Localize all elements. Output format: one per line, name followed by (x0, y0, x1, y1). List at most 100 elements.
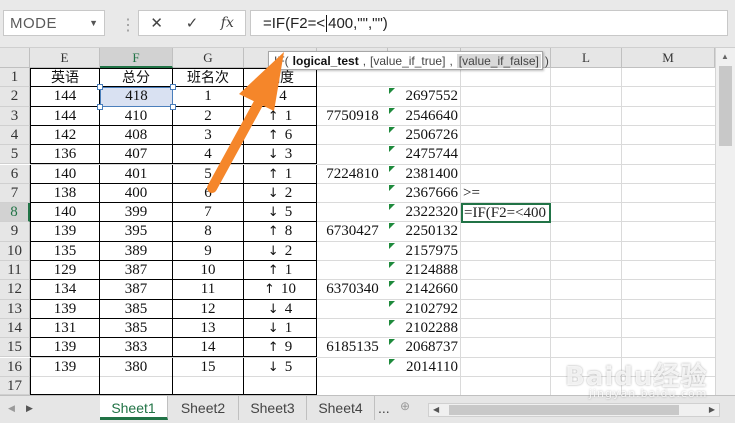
cell-i-value[interactable]: 7750918 (317, 107, 388, 126)
cell-range[interactable]: ↓ 2 (244, 183, 317, 204)
cell-j-value[interactable]: 2697552 (388, 87, 461, 106)
cell-english[interactable]: 139 (30, 357, 100, 395)
tooltip-arg-value-if-false[interactable]: [value_if_false] (456, 53, 541, 68)
cell-j-value[interactable]: 2102288 (388, 319, 461, 338)
cell-class-rank[interactable]: 4 (173, 145, 244, 165)
cell-range[interactable]: ↓ 5 (244, 357, 317, 395)
cell-j-value[interactable]: 2014110 (388, 358, 461, 396)
cell-class-rank[interactable]: 2 (173, 106, 244, 126)
selection-handle[interactable] (170, 103, 176, 110)
row-header-1[interactable]: 1 (0, 68, 30, 88)
cell-english[interactable]: 142 (30, 125, 100, 146)
cell-class-rank[interactable]: 15 (173, 357, 244, 395)
cell-english[interactable]: 139 (30, 338, 100, 358)
cell-class-rank[interactable]: 13 (173, 318, 244, 339)
cell-english[interactable]: 144 (30, 87, 100, 107)
cell-english[interactable]: 139 (30, 299, 100, 319)
enter-icon[interactable]: ✓ (180, 14, 204, 32)
row-header-2[interactable]: 2 (0, 87, 30, 107)
cell-j-value[interactable]: 2506726 (388, 126, 461, 145)
row-header-5[interactable]: 5 (0, 145, 30, 165)
cell-total[interactable]: 385 (100, 318, 173, 339)
row-header-14[interactable]: 14 (0, 318, 30, 339)
chevron-down-icon[interactable]: ▼ (89, 18, 98, 28)
cell-range[interactable]: ↓ 1 (244, 318, 317, 339)
row-header-11[interactable]: 11 (0, 261, 30, 281)
cell-j-value[interactable]: 2157975 (388, 242, 461, 261)
cell-class-rank[interactable]: 14 (173, 338, 244, 358)
cell-class-rank[interactable]: 12 (173, 299, 244, 319)
name-box[interactable]: MODE ▼ (3, 10, 105, 36)
cell-i-value[interactable]: 7224810 (317, 165, 388, 184)
tooltip-arg-value-if-true[interactable]: [value_if_true] (370, 54, 445, 68)
tooltip-arg-logical-test[interactable]: logical_test (293, 54, 359, 68)
cell-total[interactable]: 389 (100, 241, 173, 261)
cell-class-rank[interactable]: 9 (173, 241, 244, 261)
cell-english[interactable]: 144 (30, 106, 100, 126)
selection-handle[interactable] (97, 84, 103, 91)
active-cell-k8[interactable]: =IF(F2=<400 (461, 203, 551, 224)
cell-class-rank[interactable]: 11 (173, 280, 244, 300)
column-header-e[interactable]: E (30, 48, 100, 68)
cell-class-rank[interactable]: 5 (173, 164, 244, 184)
more-sheets-button[interactable]: ... (378, 400, 390, 416)
header-cell-e[interactable]: 英语 (30, 68, 100, 88)
cell-j-value[interactable]: 2475744 (388, 145, 461, 164)
cell-range[interactable]: 4 (244, 87, 317, 107)
cell-range[interactable]: ↓ 4 (244, 299, 317, 319)
sheet-tab-sheet1[interactable]: Sheet1 (100, 396, 168, 420)
tooltip-function-name[interactable]: IF( (274, 54, 289, 68)
selection-handle[interactable] (97, 103, 103, 110)
cell-total[interactable]: 418 (100, 87, 173, 106)
cell-class-rank[interactable]: 6 (173, 183, 244, 204)
row-header-8[interactable]: 8 (0, 203, 30, 223)
sheet-tab-sheet3[interactable]: Sheet3 (239, 396, 307, 420)
cell-english[interactable]: 139 (30, 222, 100, 242)
cell-j-value[interactable]: 2102792 (388, 300, 461, 319)
cell-range[interactable]: ↑ 8 (244, 222, 317, 242)
cell-english[interactable]: 136 (30, 145, 100, 165)
column-header-m[interactable]: M (622, 48, 715, 68)
row-header-13[interactable]: 13 (0, 299, 30, 319)
row-header-16[interactable]: 16 (0, 357, 30, 377)
cell-j-value[interactable]: 2381400 (388, 165, 461, 184)
cell-english[interactable]: 129 (30, 261, 100, 281)
row-header-6[interactable]: 6 (0, 164, 30, 184)
select-all-corner[interactable] (0, 48, 30, 68)
cell-j-value[interactable]: 2546640 (388, 107, 461, 126)
sheet-tab-sheet4[interactable]: Sheet4 (307, 396, 375, 420)
cell-class-rank[interactable]: 1 (173, 87, 244, 107)
add-sheet-icon[interactable]: ⊕ (400, 399, 410, 413)
cell-total[interactable]: 395 (100, 222, 173, 242)
header-cell-g[interactable]: 班名次 (173, 68, 244, 88)
vertical-scroll-thumb[interactable] (719, 66, 732, 146)
scroll-tabs-left-icon[interactable]: ◀ (8, 403, 15, 414)
cell-range[interactable]: ↓ 2 (244, 241, 317, 261)
cell-range[interactable]: ↑ 10 (244, 280, 317, 300)
row-header-15[interactable]: 15 (0, 338, 30, 358)
row-header-3[interactable]: 3 (0, 106, 30, 126)
cell-range[interactable]: ↓ 3 (244, 145, 317, 165)
cell-total[interactable]: 407 (100, 145, 173, 165)
scroll-left-icon[interactable]: ◀ (433, 405, 439, 414)
cell-range[interactable]: ↑ 6 (244, 125, 317, 146)
cell-i-value[interactable]: 6730427 (317, 222, 388, 241)
cell-range[interactable]: ↓ 5 (244, 203, 317, 223)
cell-j-value[interactable]: 2124888 (388, 261, 461, 280)
cell-class-rank[interactable]: 3 (173, 125, 244, 146)
sheet-tab-sheet2[interactable]: Sheet2 (168, 396, 239, 420)
cell-i-value[interactable]: 6370340 (317, 280, 388, 299)
cell-total[interactable]: 400 (100, 183, 173, 204)
formula-input[interactable]: =IF(F2=< 400,"","") (250, 10, 728, 36)
cell-j-value[interactable]: 2367666 (388, 184, 461, 203)
selection-handle[interactable] (170, 84, 176, 91)
cell-total[interactable]: 387 (100, 261, 173, 281)
cell-k7[interactable]: >= (463, 184, 553, 203)
cell-english[interactable]: 134 (30, 280, 100, 300)
cell-j-value[interactable]: 2142660 (388, 280, 461, 299)
cell-english[interactable]: 138 (30, 183, 100, 204)
cell-total[interactable]: 408 (100, 125, 173, 146)
cell-range[interactable]: ↑ 9 (244, 338, 317, 358)
row-header-17[interactable]: 17 (0, 376, 30, 395)
cell-total[interactable]: 380 (100, 357, 173, 395)
